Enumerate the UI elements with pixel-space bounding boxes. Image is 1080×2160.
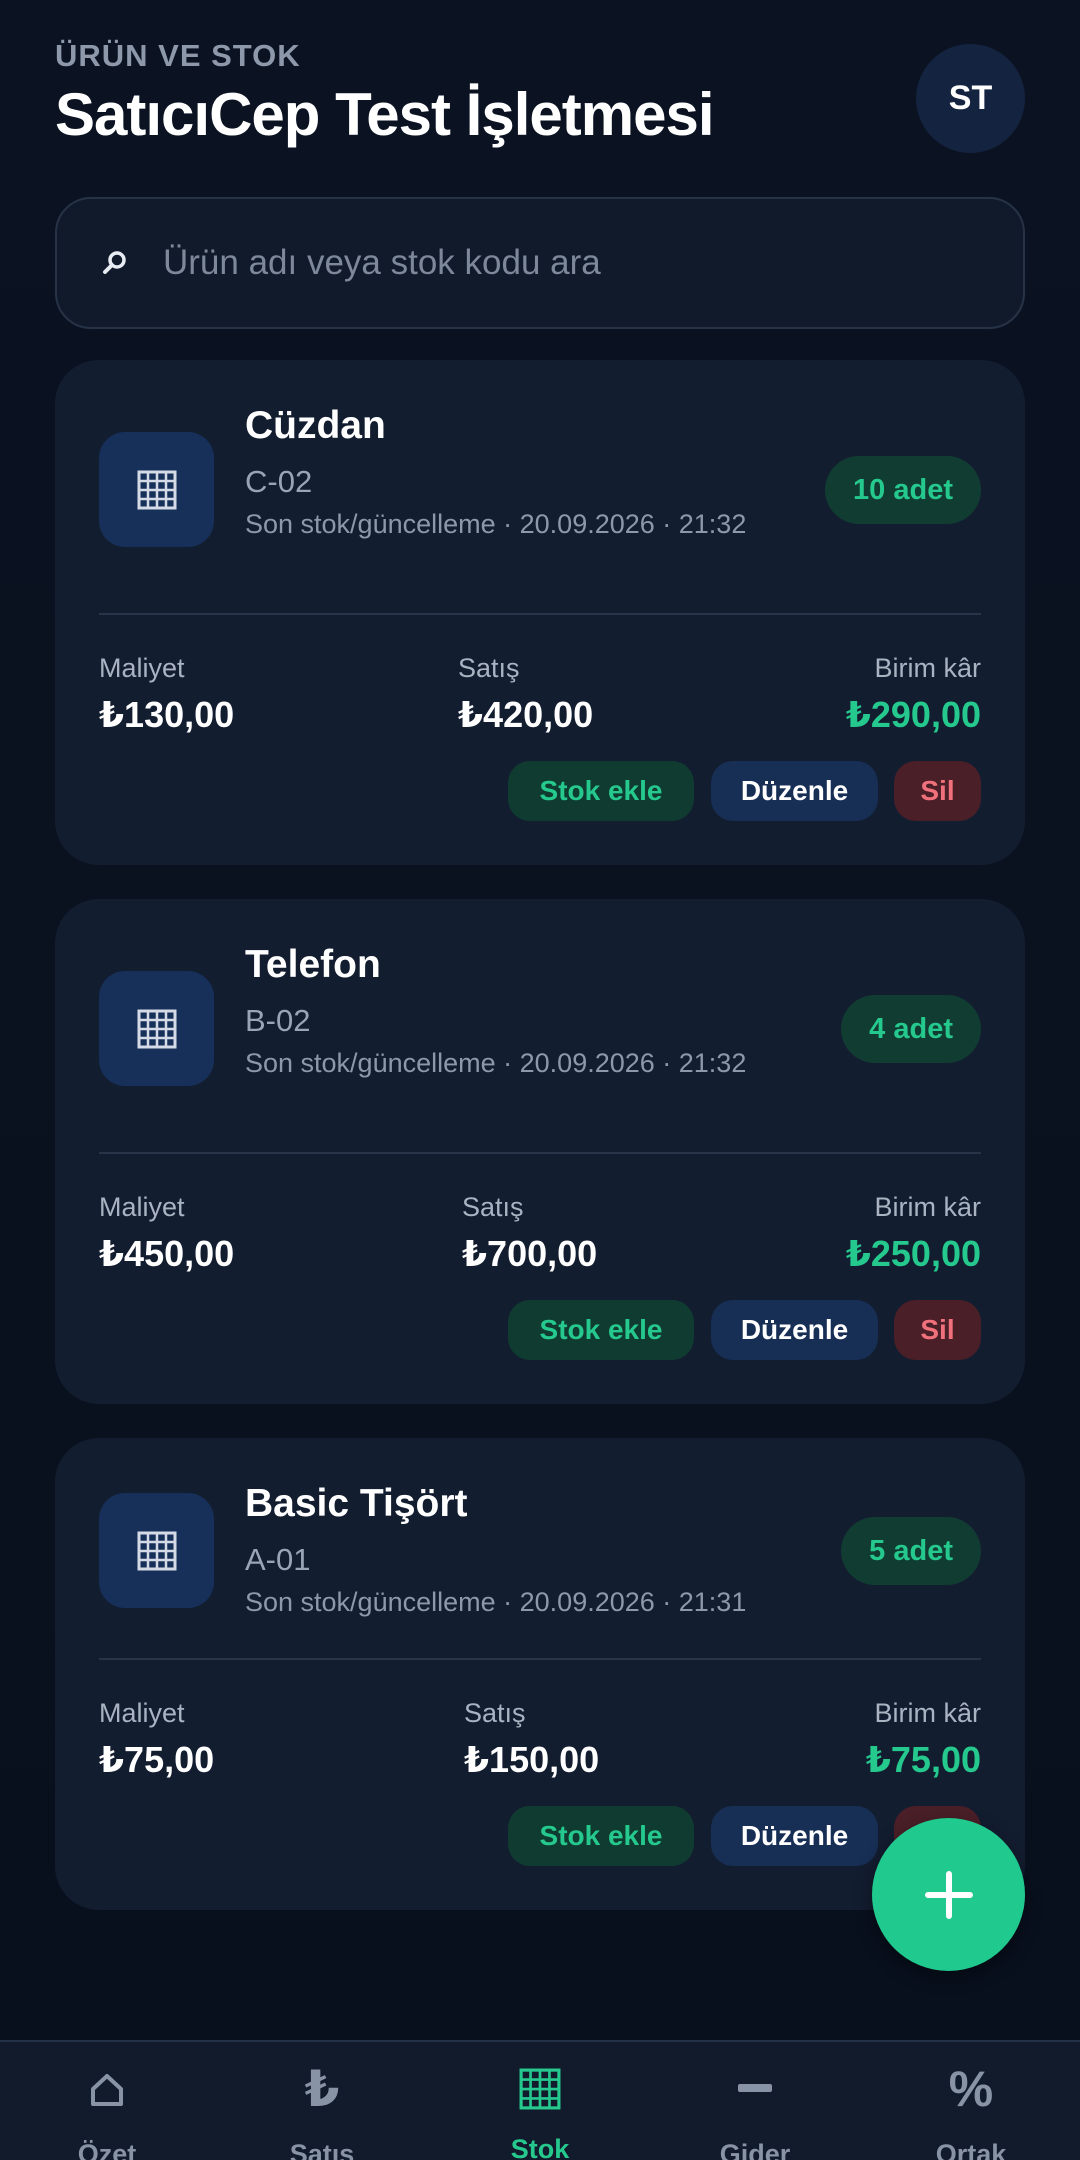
profit-value: ₺290,00 (845, 694, 981, 735)
avatar[interactable]: ST (916, 44, 1025, 153)
delete-button[interactable]: Sil (894, 1300, 981, 1360)
nav-label: Gider (719, 2139, 791, 2160)
product-card: Cüzdan C-02 Son stok/güncelleme · 20.09.… (55, 360, 1025, 865)
cost-label: Maliyet (99, 653, 185, 683)
cost-value: ₺450,00 (99, 1233, 235, 1274)
cost-value: ₺75,00 (99, 1739, 215, 1780)
card-divider (99, 1658, 981, 1660)
sale-value: ₺420,00 (458, 694, 594, 735)
nav-label: Ortak (935, 2139, 1007, 2160)
product-card: Telefon B-02 Son stok/güncelleme · 20.09… (55, 899, 1025, 1404)
stock-page: ÜRÜN VE STOK SatıcıCep Test İşletmesi ST… (0, 0, 1080, 2160)
edit-button[interactable]: Düzenle (711, 1806, 878, 1866)
add-stock-button[interactable]: Stok ekle (508, 1806, 694, 1866)
product-updated: Son stok/güncelleme · 20.09.2026 · 21:31 (245, 1587, 747, 1617)
add-stock-button[interactable]: Stok ekle (508, 761, 694, 821)
delete-button[interactable]: Sil (894, 761, 981, 821)
nav-item-satis[interactable]: ₺ Satış (247, 2042, 397, 2160)
percent-icon: % (948, 2061, 994, 2117)
nav-item-gider[interactable]: Gider (680, 2042, 830, 2160)
profit-label: Birim kâr (874, 653, 982, 683)
quantity-badge: 5 adet (841, 1517, 981, 1585)
product-code: C-02 (245, 464, 313, 499)
quantity-badge: 10 adet (825, 456, 981, 524)
edit-button[interactable]: Düzenle (711, 761, 878, 821)
stock-grid-icon (465, 2068, 615, 2110)
bottom-nav: Özet ₺ Satış Stok Gider % Ortak (0, 2040, 1080, 2160)
cost-value: ₺130,00 (99, 694, 235, 735)
lira-icon: ₺ (304, 2061, 340, 2117)
plus-icon (924, 1870, 974, 1920)
cost-label: Maliyet (99, 1192, 185, 1222)
product-updated: Son stok/güncelleme · 20.09.2026 · 21:32 (245, 1048, 747, 1078)
edit-button[interactable]: Düzenle (711, 1300, 878, 1360)
section-eyebrow: ÜRÜN VE STOK (55, 38, 301, 73)
nav-label: Özet (77, 2139, 137, 2160)
nav-item-ozet[interactable]: Özet (32, 2042, 182, 2160)
add-product-button[interactable] (872, 1818, 1025, 1971)
profit-label: Birim kâr (874, 1698, 982, 1728)
sale-label: Satış (462, 1192, 524, 1222)
nav-item-stok[interactable]: Stok (465, 2042, 615, 2160)
page-title: SatıcıCep Test İşletmesi (55, 81, 714, 148)
page-header: ÜRÜN VE STOK SatıcıCep Test İşletmesi ST (55, 38, 1025, 158)
minus-icon (680, 2078, 830, 2098)
card-divider (99, 613, 981, 615)
product-name: Basic Tişört (245, 1482, 468, 1525)
card-divider (99, 1152, 981, 1154)
nav-label: Satış (289, 2139, 355, 2160)
product-card: Basic Tişört A-01 Son stok/güncelleme · … (55, 1438, 1025, 1910)
profit-value: ₺250,00 (845, 1233, 981, 1274)
product-name: Cüzdan (245, 404, 386, 447)
nav-item-ortak[interactable]: % Ortak (896, 2042, 1046, 2160)
add-stock-button[interactable]: Stok ekle (508, 1300, 694, 1360)
search-icon (95, 243, 135, 283)
search-bar[interactable] (55, 197, 1025, 329)
sale-label: Satış (458, 653, 520, 683)
profit-label: Birim kâr (874, 1192, 982, 1222)
profit-value: ₺75,00 (865, 1739, 981, 1780)
nav-label: Stok (510, 2134, 570, 2160)
product-code: B-02 (245, 1003, 311, 1038)
product-grid-icon (99, 1493, 214, 1608)
sale-value: ₺150,00 (464, 1739, 600, 1780)
cost-label: Maliyet (99, 1698, 185, 1728)
quantity-badge: 4 adet (841, 995, 981, 1063)
product-grid-icon (99, 432, 214, 547)
product-updated: Son stok/güncelleme · 20.09.2026 · 21:32 (245, 509, 747, 539)
sale-value: ₺700,00 (462, 1233, 598, 1274)
product-code: A-01 (245, 1542, 311, 1577)
home-icon (32, 2072, 182, 2108)
product-grid-icon (99, 971, 214, 1086)
sale-label: Satış (464, 1698, 526, 1728)
product-name: Telefon (245, 943, 381, 986)
search-input[interactable] (163, 243, 1023, 283)
